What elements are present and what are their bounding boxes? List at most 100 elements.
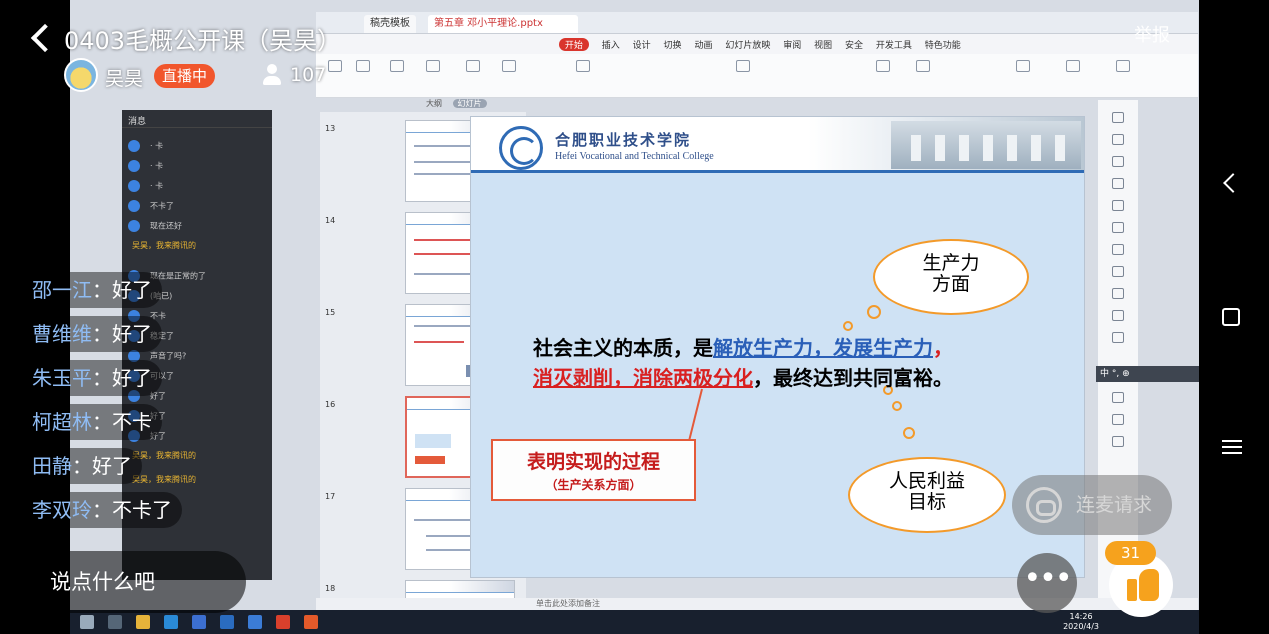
color-icon[interactable] <box>1112 178 1124 189</box>
list-item: · 卡 <box>128 140 163 152</box>
paste-icon[interactable] <box>328 60 342 72</box>
list-item: 吴昊，我来腾讯的 <box>132 451 196 460</box>
comment-icon[interactable] <box>1112 332 1124 343</box>
comment-item: 柯超林：不卡 <box>22 404 162 440</box>
record-icon[interactable] <box>1112 392 1124 403</box>
thought-bubble <box>903 427 915 439</box>
more-options-button[interactable]: ••• <box>1017 553 1077 613</box>
main-text-line1: 社会主义的本质，是解放生产力，发展生产力， <box>533 336 953 360</box>
ime-language-bar[interactable]: 中 °, ⊕ <box>1096 366 1199 382</box>
grid-icon[interactable] <box>1112 222 1124 233</box>
ribbon-tab-8[interactable]: 安全 <box>845 38 863 51</box>
table-icon[interactable] <box>1112 288 1124 299</box>
tab-template[interactable]: 稿壳模板 <box>364 15 416 33</box>
play-icon[interactable] <box>426 60 440 72</box>
comment-user[interactable]: 曹维维 <box>32 322 92 346</box>
process-subtitle: （生产关系方面） <box>545 478 642 492</box>
tab-outline[interactable]: 大纲 <box>426 99 442 108</box>
thumb-number: 16 <box>325 400 336 409</box>
slide-header: 合肥职业技术学院 Hefei Vocational and Technical … <box>471 117 1084 173</box>
edit-icon[interactable] <box>1112 266 1124 277</box>
comment-user[interactable]: 朱玉平 <box>32 366 92 390</box>
font-select-icon[interactable] <box>576 60 590 72</box>
app-icon[interactable] <box>192 615 206 629</box>
ppt-titlebar: 稿壳模板 第五章 邓小平理论.pptx <box>316 12 1198 34</box>
file-explorer-icon[interactable] <box>136 615 150 629</box>
link-icon[interactable] <box>1112 310 1124 321</box>
picture-icon[interactable] <box>1112 156 1124 167</box>
ribbon-tab-3[interactable]: 切换 <box>664 38 682 51</box>
host-name[interactable]: 吴昊 <box>105 64 143 91</box>
thumb-number: 13 <box>325 124 336 133</box>
document-helper-icon[interactable] <box>1016 60 1030 72</box>
back-button[interactable] <box>26 22 52 56</box>
format-painter-icon[interactable] <box>390 60 404 72</box>
thumb-number: 14 <box>325 216 336 225</box>
windows-taskbar: 14:26 2020/4/3 <box>70 610 1199 634</box>
report-button[interactable]: 举报 <box>1134 21 1170 47</box>
browser-icon[interactable] <box>164 615 178 629</box>
nav-menu-icon[interactable] <box>1222 440 1242 454</box>
task-view-icon[interactable] <box>108 615 122 629</box>
list-item: 吴昊，我来腾讯的 <box>132 475 196 484</box>
cohost-link-icon[interactable] <box>1026 487 1062 523</box>
process-callout-box: 表明实现的过程 （生产关系方面） <box>491 439 696 501</box>
comment-user[interactable]: 田静 <box>32 454 72 478</box>
slide-main-text: 社会主义的本质，是解放生产力，发展生产力， 消灭剥削，消除两极分化，最终达到共同… <box>533 333 1073 393</box>
host-avatar[interactable] <box>64 58 98 92</box>
list-item: 不卡了 <box>128 200 174 212</box>
layout-icon[interactable] <box>502 60 516 72</box>
ribbon-tab-5[interactable]: 幻灯片放映 <box>725 38 770 51</box>
viewer-count[interactable]: 107 <box>290 64 326 86</box>
ribbon-tab-6[interactable]: 审阅 <box>783 38 801 51</box>
process-title: 表明实现的过程 <box>526 451 660 473</box>
comment-input[interactable]: 说点什么吧 <box>22 551 246 613</box>
new-slide-icon[interactable] <box>466 60 480 72</box>
tab-document[interactable]: 第五章 邓小平理论.pptx <box>428 15 578 33</box>
app-icon[interactable] <box>248 615 262 629</box>
tab-slides[interactable]: 幻灯片 <box>452 99 487 108</box>
shape-icon[interactable] <box>1112 134 1124 145</box>
presentation-tools-icon[interactable] <box>1066 60 1080 72</box>
list-item: · 卡 <box>128 180 163 192</box>
comment-user[interactable]: 邵一江 <box>32 278 92 302</box>
wps-icon[interactable] <box>276 615 290 629</box>
help-icon[interactable] <box>1112 436 1124 447</box>
cloud-bottom-line1: 人民利益 <box>888 470 965 492</box>
windows-start-icon[interactable] <box>80 615 94 629</box>
nav-home-icon[interactable] <box>1222 308 1240 326</box>
ribbon-tab-9[interactable]: 开发工具 <box>876 38 912 51</box>
cloud-top-line1: 生产力 <box>922 252 980 274</box>
tray-clock[interactable]: 14:26 2020/4/3 <box>1063 612 1099 632</box>
align-icon[interactable] <box>736 60 750 72</box>
ribbon-tab-2[interactable]: 设计 <box>633 38 651 51</box>
comment-user[interactable]: 李双玲 <box>32 498 92 522</box>
find-icon[interactable] <box>1116 60 1130 72</box>
shape-icon[interactable] <box>916 60 930 72</box>
lock-icon[interactable] <box>1112 200 1124 211</box>
cloud-bottom-line2: 目标 <box>907 491 946 513</box>
slide-canvas: 合肥职业技术学院 Hefei Vocational and Technical … <box>470 116 1085 578</box>
chart-icon[interactable] <box>1112 244 1124 255</box>
ribbon-tab-4[interactable]: 动画 <box>694 38 712 51</box>
ribbon-tab-10[interactable]: 特色功能 <box>925 38 961 51</box>
comment-text: ：不卡 <box>92 410 152 434</box>
campus-building-image <box>891 121 1081 169</box>
comment-user[interactable]: 柯超林 <box>32 410 92 434</box>
thumb-number: 18 <box>325 584 336 593</box>
comment-text: ：好了 <box>92 322 152 346</box>
like-count-badge: 31 <box>1105 541 1157 565</box>
ribbon-tab-7[interactable]: 视图 <box>814 38 832 51</box>
settings-icon[interactable] <box>1112 414 1124 425</box>
ribbon-menu: 开始 插入 设计 切换 动画 幻灯片放映 审阅 视图 安全 开发工具 特色功能 <box>316 34 1198 54</box>
cut-icon[interactable] <box>356 60 370 72</box>
comment-text: ：好了 <box>92 278 152 302</box>
app-icon[interactable] <box>304 615 318 629</box>
textbox-icon[interactable] <box>876 60 890 72</box>
shared-screen: 消息 · 卡 · 卡 · 卡 不卡了 现在还好 吴昊，我来腾讯的 现在是正常的了… <box>70 0 1199 634</box>
viewer-person-icon <box>262 64 282 86</box>
ribbon-tab-0[interactable]: 开始 <box>558 38 589 51</box>
ribbon-tab-1[interactable]: 插入 <box>602 38 620 51</box>
tencent-meeting-icon[interactable] <box>220 615 234 629</box>
select-icon[interactable] <box>1112 112 1124 123</box>
